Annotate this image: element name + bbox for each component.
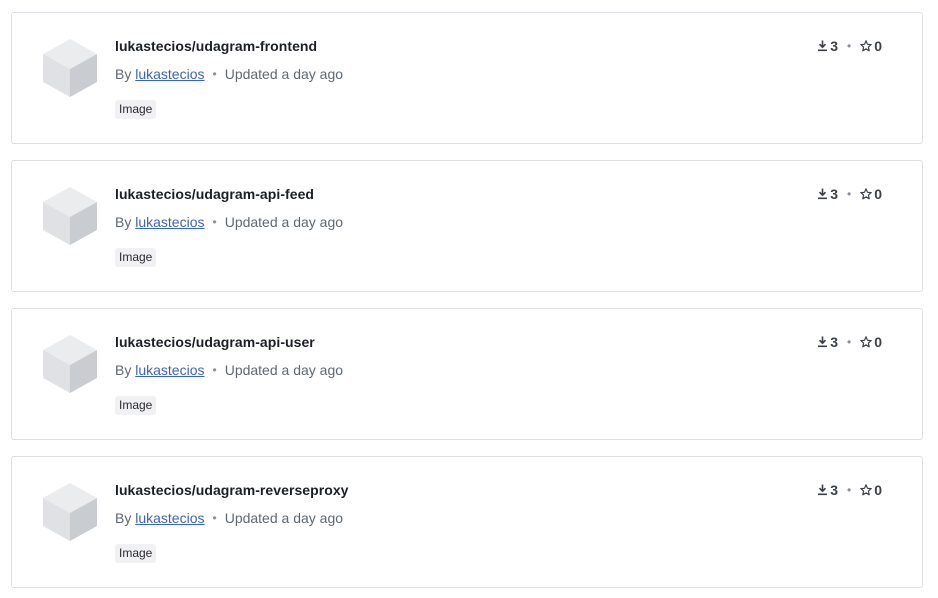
repository-stats: 3 • 0 [817,186,882,202]
star-count: 0 [860,38,882,54]
download-icon [817,40,830,52]
download-icon [817,188,830,200]
type-badge: Image [115,100,157,119]
repository-meta: By lukastecios • Updated a day ago [115,66,343,82]
by-label: By [115,510,132,526]
star-count-value: 0 [874,38,882,54]
repository-meta: By lukastecios • Updated a day ago [115,510,343,526]
download-icon [817,336,830,348]
repository-card[interactable]: lukastecios/udagram-reverseproxy By luka… [11,456,923,588]
by-label: By [115,66,132,82]
stats-separator: • [847,483,852,497]
repository-stats: 3 • 0 [817,38,882,54]
repository-card[interactable]: lukastecios/udagram-api-feed By lukastec… [11,160,923,292]
meta-separator: • [212,363,217,377]
repository-list: lukastecios/udagram-frontend By lukastec… [0,0,938,598]
repository-name[interactable]: lukastecios/udagram-api-user [115,334,315,350]
stats-separator: • [847,335,852,349]
updated-text: Updated a day ago [224,66,344,82]
star-count: 0 [860,482,882,498]
download-icon [817,484,830,496]
cube-icon [41,333,99,395]
download-count: 3 [817,334,838,350]
star-icon [860,188,874,200]
download-count-value: 3 [830,482,838,498]
author-link[interactable]: lukastecios [135,362,204,378]
star-count: 0 [860,186,882,202]
author-link[interactable]: lukastecios [135,66,204,82]
star-count-value: 0 [874,334,882,350]
stats-separator: • [847,39,852,53]
download-count-value: 3 [830,334,838,350]
star-icon [860,40,874,52]
repository-stats: 3 • 0 [817,334,882,350]
type-badge: Image [115,396,157,415]
repository-name[interactable]: lukastecios/udagram-frontend [115,38,317,54]
star-count-value: 0 [874,482,882,498]
download-count-value: 3 [830,38,838,54]
repository-card[interactable]: lukastecios/udagram-frontend By lukastec… [11,12,923,144]
cube-icon [41,185,99,247]
author-link[interactable]: lukastecios [135,214,204,230]
star-icon [860,336,874,348]
stats-separator: • [847,187,852,201]
star-count-value: 0 [874,186,882,202]
repository-name[interactable]: lukastecios/udagram-api-feed [115,186,314,202]
star-icon [860,484,874,496]
repository-stats: 3 • 0 [817,482,882,498]
updated-text: Updated a day ago [224,510,344,526]
download-count: 3 [817,186,838,202]
repository-card[interactable]: lukastecios/udagram-api-user By lukastec… [11,308,923,440]
repository-meta: By lukastecios • Updated a day ago [115,362,343,378]
download-count-value: 3 [830,186,838,202]
by-label: By [115,214,132,230]
meta-separator: • [212,511,217,525]
cube-icon [41,481,99,543]
type-badge: Image [115,544,157,563]
author-link[interactable]: lukastecios [135,510,204,526]
repository-meta: By lukastecios • Updated a day ago [115,214,343,230]
type-badge: Image [115,248,157,267]
download-count: 3 [817,482,838,498]
cube-icon [41,37,99,99]
repository-name[interactable]: lukastecios/udagram-reverseproxy [115,482,349,498]
by-label: By [115,362,132,378]
meta-separator: • [212,67,217,81]
updated-text: Updated a day ago [224,362,344,378]
star-count: 0 [860,334,882,350]
meta-separator: • [212,215,217,229]
updated-text: Updated a day ago [224,214,344,230]
download-count: 3 [817,38,838,54]
